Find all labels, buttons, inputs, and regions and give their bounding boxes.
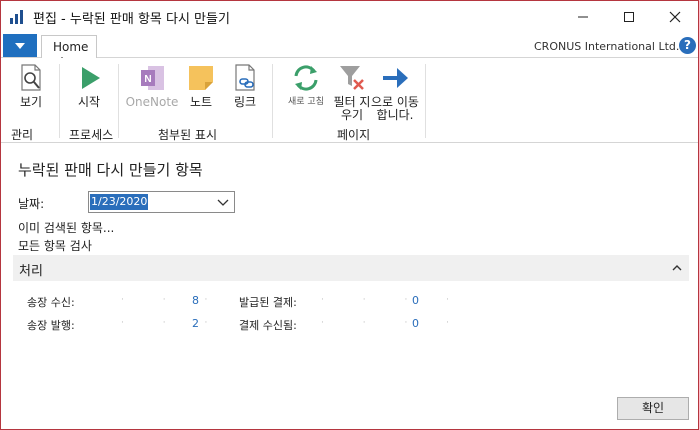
note-icon bbox=[189, 66, 213, 90]
search-all-link[interactable]: 모든 항목 검사 bbox=[18, 237, 92, 254]
note-button[interactable]: 노트 bbox=[183, 62, 219, 118]
view-button[interactable]: 보기 bbox=[9, 62, 53, 118]
caret-down-icon bbox=[15, 42, 25, 49]
ribbon-separator bbox=[59, 64, 60, 138]
invoices-received-value[interactable]: 8 bbox=[169, 294, 199, 307]
ribbon-tab-row: Home 키 CRONUS International Ltd. ? bbox=[1, 33, 698, 70]
ribbon-separator bbox=[425, 64, 426, 138]
minimize-button[interactable] bbox=[560, 1, 606, 33]
svg-text:N: N bbox=[144, 74, 151, 85]
app-menu-button[interactable] bbox=[3, 34, 37, 57]
group-label-page: 페이지 bbox=[337, 128, 371, 142]
link-icon bbox=[235, 64, 255, 91]
invoices-received-label: 송장 수신: bbox=[27, 296, 75, 309]
clear-filter-icon bbox=[340, 66, 364, 90]
date-label: 날짜: bbox=[18, 197, 45, 211]
goto-arrow-icon bbox=[383, 68, 408, 88]
ribbon-separator bbox=[272, 64, 273, 138]
payments-received-value[interactable]: 0 bbox=[389, 317, 419, 330]
group-label-attachments: 첨부된 표시 bbox=[158, 128, 218, 142]
refresh-button-label: 새로 고침 bbox=[288, 97, 324, 107]
go-to-button-label: 으로 이동합니다. bbox=[371, 95, 419, 122]
close-button[interactable] bbox=[652, 1, 698, 33]
onenote-button-label: OneNote bbox=[125, 95, 179, 109]
payments-received-label: 결제 수신됨: bbox=[239, 319, 297, 332]
refresh-button[interactable]: 새로 고침 bbox=[283, 62, 329, 118]
date-value: 1/23/2020 bbox=[90, 194, 149, 210]
refresh-icon bbox=[294, 65, 318, 91]
view-icon bbox=[21, 64, 41, 91]
chevron-up-icon[interactable] bbox=[671, 262, 683, 274]
fasttab-processing[interactable]: 처리 bbox=[13, 255, 689, 281]
already-searched-link[interactable]: 이미 검색된 항목... bbox=[18, 219, 114, 236]
title-bar: 편집 - 누락된 판매 항목 다시 만들기 bbox=[1, 1, 698, 33]
play-icon bbox=[82, 67, 100, 89]
fasttab-title: 처리 bbox=[19, 264, 43, 279]
onenote-icon: N bbox=[141, 66, 164, 90]
ribbon-separator bbox=[118, 64, 119, 138]
payments-issued-value[interactable]: 0 bbox=[389, 294, 419, 307]
start-button-label: 시작 bbox=[77, 95, 101, 109]
tab-home[interactable]: Home 키 bbox=[41, 35, 97, 70]
note-button-label: 노트 bbox=[189, 95, 213, 109]
view-button-label: 보기 bbox=[19, 95, 43, 109]
chevron-down-icon[interactable] bbox=[216, 195, 230, 209]
link-button-label: 링크 bbox=[233, 95, 257, 109]
window-title: 편집 - 누락된 판매 항목 다시 만들기 bbox=[33, 12, 230, 27]
company-name: CRONUS International Ltd. bbox=[534, 40, 680, 53]
close-icon bbox=[669, 11, 681, 23]
maximize-button[interactable] bbox=[606, 1, 652, 33]
ribbon: 보기 시작 N OneNote 노트 링크 새로 고침 필터 지우기 으로 이동… bbox=[1, 58, 698, 143]
date-field[interactable]: 1/23/2020 bbox=[88, 191, 235, 213]
invoices-issued-value[interactable]: 2 bbox=[169, 317, 199, 330]
dialog-window: 편집 - 누락된 판매 항목 다시 만들기 Home 키 CRONUS Inte… bbox=[0, 0, 699, 430]
minimize-icon bbox=[578, 16, 588, 18]
invoices-issued-label: 송장 발행: bbox=[27, 319, 75, 332]
ok-button[interactable]: 확인 bbox=[617, 397, 689, 420]
help-icon[interactable]: ? bbox=[679, 37, 696, 54]
maximize-icon bbox=[624, 12, 634, 22]
payments-issued-label: 발급된 결제: bbox=[239, 296, 297, 309]
link-button[interactable]: 링크 bbox=[227, 62, 263, 118]
group-label-process: 프로세스 bbox=[69, 128, 114, 142]
page-title: 누락된 판매 다시 만들기 항목 bbox=[18, 161, 203, 179]
group-label-manage: 관리 bbox=[11, 128, 34, 142]
app-logo-icon bbox=[10, 10, 23, 24]
start-button[interactable]: 시작 bbox=[67, 62, 111, 118]
onenote-button: N OneNote bbox=[125, 62, 179, 118]
go-to-button[interactable]: 으로 이동합니다. bbox=[367, 62, 423, 122]
